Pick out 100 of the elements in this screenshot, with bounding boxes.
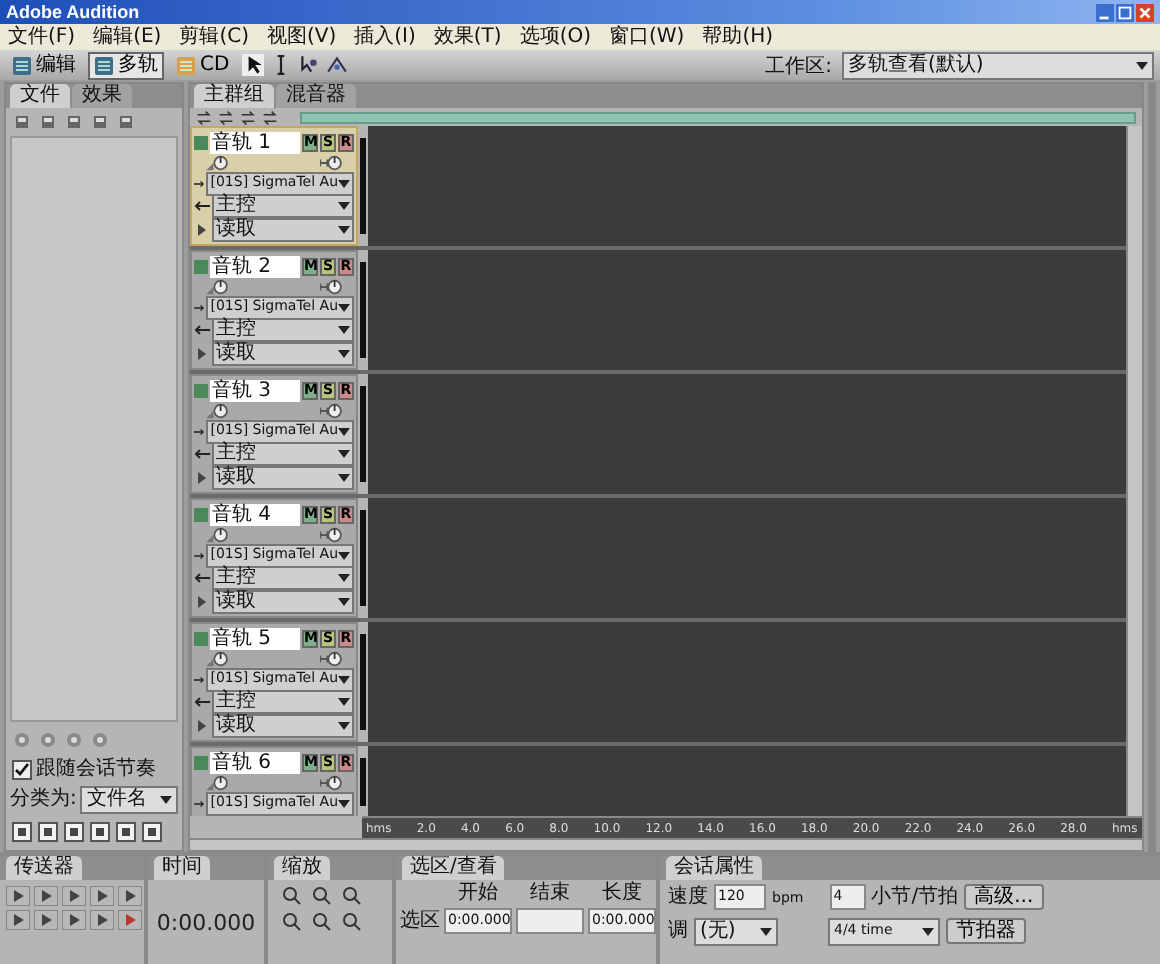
panel-tab[interactable]: 缩放 <box>274 856 330 880</box>
vertical-scrollbar[interactable] <box>1126 126 1142 816</box>
transport-button-icon[interactable] <box>90 910 114 930</box>
panel-tab[interactable]: 会话属性 <box>666 856 762 880</box>
pan-knob-icon[interactable] <box>320 774 342 792</box>
track-lane[interactable] <box>368 126 1126 246</box>
move-icon[interactable] <box>297 54 320 76</box>
pan-knob-icon[interactable] <box>320 154 342 172</box>
mode-button[interactable]: CD <box>170 51 236 79</box>
track-lane[interactable] <box>368 374 1126 494</box>
track-view-icon[interactable] <box>262 109 278 125</box>
panel-tab[interactable]: 选区/查看 <box>402 856 505 880</box>
sort-dropdown[interactable]: 文件名 <box>80 786 178 814</box>
transport-button-icon[interactable] <box>6 910 30 930</box>
output-dropdown[interactable]: 主控 <box>212 566 354 590</box>
track-lane[interactable] <box>368 622 1126 742</box>
zoom-icon[interactable] <box>340 912 364 932</box>
expand-icon[interactable] <box>194 348 210 360</box>
minimize-icon[interactable] <box>1096 3 1114 21</box>
expand-icon[interactable] <box>194 596 210 608</box>
zoom-icon[interactable] <box>280 886 304 906</box>
volume-knob-icon[interactable] <box>206 774 228 792</box>
menu-item[interactable]: 选项(O) <box>519 25 592 49</box>
menu-item[interactable]: 文件(F) <box>8 25 76 49</box>
transport-button-icon[interactable] <box>6 886 30 906</box>
pan-knob-icon[interactable] <box>320 526 342 544</box>
track-name-field[interactable]: 音轨 2 <box>210 255 300 277</box>
track-lane[interactable] <box>368 250 1126 370</box>
menu-item[interactable]: 视图(V) <box>266 25 337 49</box>
output-dropdown[interactable]: 主控 <box>212 442 354 466</box>
transport-button-icon[interactable] <box>118 910 142 930</box>
automation-dropdown[interactable]: 读取 <box>212 590 354 614</box>
menu-item[interactable]: 窗口(W) <box>609 25 685 49</box>
close-icon[interactable] <box>1136 3 1154 21</box>
track-name-field[interactable]: 音轨 4 <box>210 503 300 525</box>
track-name-field[interactable]: 音轨 6 <box>210 751 300 773</box>
menu-item[interactable]: 帮助(H) <box>702 25 774 49</box>
zoom-icon[interactable] <box>340 886 364 906</box>
end-field[interactable] <box>516 908 584 934</box>
transport-button-icon[interactable] <box>34 910 58 930</box>
panel-tab[interactable]: 混音器 <box>276 84 356 108</box>
menu-item[interactable]: 剪辑(C) <box>179 25 249 49</box>
track-view-icon[interactable] <box>218 109 234 125</box>
automation-dropdown[interactable]: 读取 <box>212 342 354 366</box>
automation-dropdown[interactable]: 读取 <box>212 714 354 738</box>
volume-knob-icon[interactable] <box>206 154 228 172</box>
transport-button-icon[interactable] <box>34 886 58 906</box>
horizontal-scrollbar[interactable] <box>190 838 1142 850</box>
track-lane[interactable] <box>368 498 1126 618</box>
zoom-icon[interactable] <box>280 912 304 932</box>
automation-dropdown[interactable]: 读取 <box>212 218 354 242</box>
transport-button-icon[interactable] <box>118 886 142 906</box>
dropdown-arrow-icon <box>338 450 350 458</box>
output-dropdown[interactable]: 主控 <box>212 194 354 218</box>
track-view-icon[interactable] <box>196 109 212 125</box>
dropdown-arrow-icon <box>338 675 350 683</box>
metronome-button[interactable]: 节拍器 <box>946 918 1026 944</box>
track-name-field[interactable]: 音轨 1 <box>210 131 300 153</box>
menu-item[interactable]: 插入(I) <box>354 25 416 49</box>
automation-dropdown[interactable]: 读取 <box>212 466 354 490</box>
volume-knob-icon[interactable] <box>206 402 228 420</box>
workspace-dropdown[interactable]: 多轨查看(默认) <box>842 51 1154 79</box>
dropdown-arrow-icon <box>338 179 350 187</box>
track-lane[interactable] <box>368 746 1126 816</box>
mode-button[interactable]: 编辑 <box>6 51 82 79</box>
scrub-icon[interactable] <box>325 54 348 76</box>
pan-knob-icon[interactable] <box>320 402 342 420</box>
zoom-icon[interactable] <box>310 912 334 932</box>
advanced-button[interactable]: 高级... <box>964 884 1044 910</box>
panel-tab[interactable]: 效果 <box>72 84 132 108</box>
volume-knob-icon[interactable] <box>206 278 228 296</box>
pan-knob-icon[interactable] <box>320 650 342 668</box>
column-header: 结束 <box>528 882 572 906</box>
track-view-icon[interactable] <box>240 109 256 125</box>
panel-tab[interactable]: 文件 <box>10 84 70 108</box>
key-dropdown[interactable]: (无) <box>694 917 778 945</box>
panel-tab[interactable]: 传送器 <box>6 856 82 880</box>
track-name-field[interactable]: 音轨 3 <box>210 379 300 401</box>
expand-icon[interactable] <box>194 720 210 732</box>
maximize-icon[interactable] <box>1116 3 1134 21</box>
transport-button-icon[interactable] <box>62 886 86 906</box>
expand-icon[interactable] <box>194 472 210 484</box>
checkmark-icon <box>14 762 30 778</box>
transport-button-icon[interactable] <box>90 886 114 906</box>
pan-knob-icon[interactable] <box>320 278 342 296</box>
panel-tab[interactable]: 时间 <box>154 856 210 880</box>
volume-knob-icon[interactable] <box>206 650 228 668</box>
output-dropdown[interactable]: 主控 <box>212 690 354 714</box>
mode-button[interactable]: 多轨 <box>88 51 164 79</box>
menu-item[interactable]: 效果(T) <box>433 25 502 49</box>
track-name-field[interactable]: 音轨 5 <box>210 627 300 649</box>
panel-tab[interactable]: 主群组 <box>194 84 274 108</box>
menu-item[interactable]: 编辑(E) <box>93 25 162 49</box>
follow-tempo-checkbox[interactable]: 跟随会话节奏 <box>6 758 182 782</box>
volume-knob-icon[interactable] <box>206 526 228 544</box>
zoom-icon[interactable] <box>310 886 334 906</box>
expand-icon[interactable] <box>194 224 210 236</box>
pointer-icon[interactable] <box>241 54 264 76</box>
transport-button-icon[interactable] <box>62 910 86 930</box>
output-dropdown[interactable]: 主控 <box>212 318 354 342</box>
